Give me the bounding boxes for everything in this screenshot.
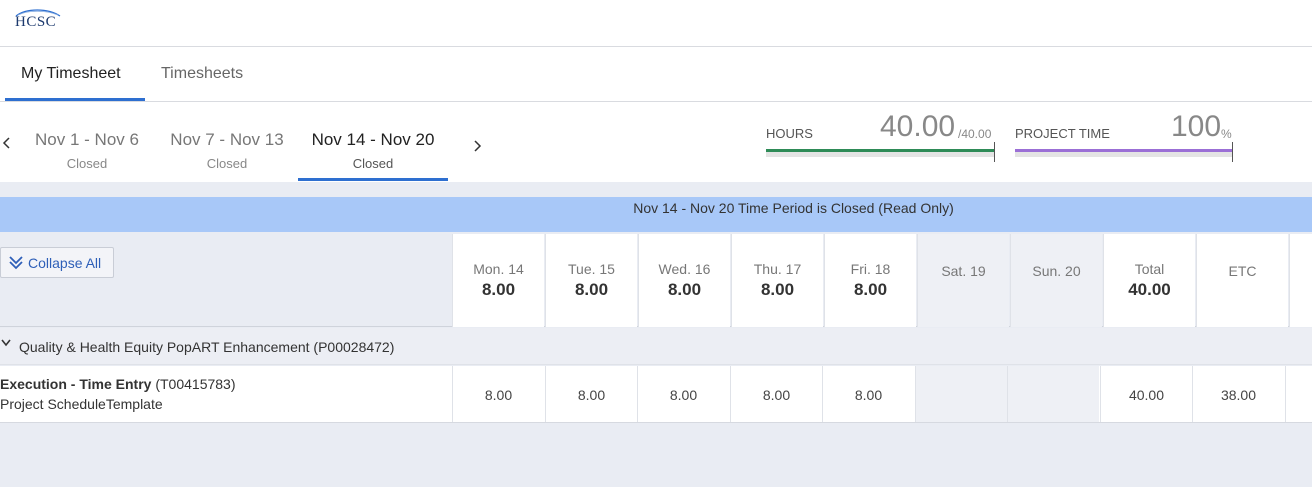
task-cell-thu: 8.00: [730, 366, 822, 422]
collapse-all-label: Collapse All: [28, 255, 102, 271]
collapse-all-button[interactable]: Collapse All: [0, 247, 114, 278]
column-name: ETC: [1228, 263, 1257, 279]
hcsc-logo[interactable]: HCSC: [12, 6, 64, 36]
column-hours: 8.00: [667, 280, 702, 299]
chevron-right-icon: [474, 140, 482, 152]
column-sat: Sat. 19: [917, 234, 1009, 327]
tab-timesheets[interactable]: Timesheets: [161, 65, 243, 83]
logo-text: HCSC: [15, 14, 57, 30]
task-cell-total: 40.00: [1100, 366, 1192, 422]
column-hours: 8.00: [574, 280, 609, 299]
hours-value: 40.00: [880, 110, 956, 143]
prev-period-button[interactable]: [2, 134, 12, 155]
column-sun: Sun. 20: [1010, 234, 1102, 327]
period-nov1-nov6[interactable]: Nov 1 - Nov 6 Closed: [28, 130, 146, 171]
column-tue: Tue. 15 8.00: [545, 234, 637, 327]
task-cell-sat: [915, 366, 1007, 422]
project-time-label: PROJECT TIME: [1015, 126, 1110, 141]
column-thu: Thu. 17 8.00: [731, 234, 823, 327]
next-period-button[interactable]: [472, 137, 482, 158]
project-time-unit: %: [1221, 127, 1232, 141]
banner-text: Nov 14 - Nov 20 Time Period is Closed (R…: [633, 200, 954, 216]
column-name: Mon. 14: [473, 261, 524, 277]
hours-fill: [766, 149, 995, 152]
hours-target-marker: [994, 142, 995, 162]
column-hours: 8.00: [481, 280, 516, 299]
column-name: Tue. 15: [568, 261, 615, 277]
task-cell-etc: 38.00: [1192, 366, 1284, 422]
period-range: Nov 14 - Nov 20: [311, 130, 435, 149]
task-row: Execution - Time Entry (T00415783) Proje…: [0, 366, 1312, 423]
active-tab-indicator: [5, 98, 145, 101]
read-only-banner: Nov 14 - Nov 20 Time Period is Closed (R…: [0, 197, 1312, 232]
period-selector: Nov 1 - Nov 6 Closed Nov 7 - Nov 13 Clos…: [0, 102, 1312, 182]
column-hours: 8.00: [853, 280, 888, 299]
project-row[interactable]: Quality & Health Equity PopART Enhanceme…: [0, 328, 1312, 365]
task-subtitle: Project ScheduleTemplate: [0, 396, 163, 412]
task-name: Execution - Time Entry (T00415783): [0, 376, 236, 392]
tab-my-timesheet[interactable]: My Timesheet: [21, 65, 121, 83]
project-title: Quality & Health Equity PopART Enhanceme…: [19, 339, 395, 355]
task-cell-mon: 8.00: [452, 366, 544, 422]
column-name: Sat. 19: [941, 263, 986, 279]
period-status: Closed: [206, 156, 248, 171]
period-status: Closed: [352, 156, 394, 171]
hours-unit: /40.00: [958, 127, 992, 141]
column-name: Wed. 16: [658, 261, 711, 277]
period-status: Closed: [66, 156, 108, 171]
column-wed: Wed. 16 8.00: [638, 234, 730, 327]
hours-track: [766, 149, 995, 157]
column-mon: Mon. 14 8.00: [452, 234, 544, 327]
task-cell-sun: [1007, 366, 1099, 422]
column-fri: Fri. 18 8.00: [824, 234, 916, 327]
active-period-indicator: [298, 178, 448, 181]
column-total: Total 40.00: [1103, 234, 1195, 327]
task-cell-wed: 8.00: [637, 366, 729, 422]
period-range: Nov 1 - Nov 6: [35, 130, 139, 149]
top-bar: HCSC: [0, 0, 1312, 47]
project-time-value: 100: [1171, 110, 1222, 143]
project-time-fill: [1015, 149, 1233, 152]
task-name-bold: Execution - Time Entry: [0, 376, 152, 392]
project-time-target-marker: [1232, 142, 1233, 162]
column-name: Fri. 18: [850, 261, 891, 277]
grid-header: Collapse All Mon. 14 8.00 Tue. 15 8.00 W…: [0, 232, 1312, 327]
chevron-left-icon: [2, 137, 10, 149]
column-name: Thu. 17: [753, 261, 802, 277]
period-nov7-nov13[interactable]: Nov 7 - Nov 13 Closed: [163, 130, 291, 171]
hours-label: HOURS: [766, 126, 813, 141]
task-id: (T00415783): [151, 376, 236, 392]
period-range: Nov 7 - Nov 13: [170, 130, 284, 149]
column-hours: 8.00: [760, 280, 795, 299]
task-cell-tue: 8.00: [545, 366, 637, 422]
column-overflow: [1289, 234, 1312, 327]
column-etc: ETC: [1196, 234, 1288, 327]
chevron-down-icon[interactable]: [0, 336, 12, 354]
column-name: Total: [1134, 261, 1165, 277]
project-time-track: [1015, 149, 1233, 157]
task-cell-fri: 8.00: [822, 366, 914, 422]
column-hours: 40.00: [1128, 280, 1171, 299]
column-name: Sun. 20: [1032, 263, 1081, 279]
project-time-meter: PROJECT TIME 100 %: [1015, 102, 1235, 172]
main-tabs: My Timesheet Timesheets: [0, 47, 1312, 102]
double-chevron-down-icon: [7, 252, 25, 275]
hours-meter: HOURS 40.00 /40.00: [766, 102, 996, 172]
task-cell-overflow: [1285, 366, 1312, 422]
period-nov14-nov20[interactable]: Nov 14 - Nov 20 Closed: [298, 130, 448, 171]
